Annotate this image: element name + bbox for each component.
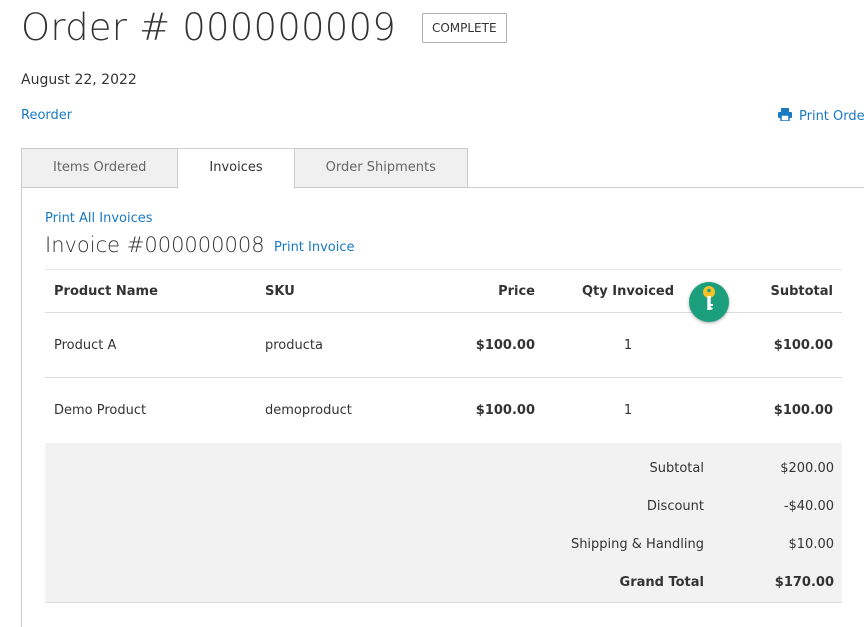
- column-header-qty-invoiced: Qty Invoiced: [544, 269, 712, 313]
- totals-label: Shipping & Handling: [570, 537, 704, 552]
- invoice-title: Invoice #000000008: [45, 233, 265, 257]
- invoice-totals: Subtotal $200.00 Discount -$40.00 Shippi…: [45, 443, 842, 603]
- tab-invoices[interactable]: Invoices: [177, 148, 295, 189]
- product-sku: producta: [256, 312, 424, 378]
- printer-icon: [778, 108, 799, 125]
- print-order-link[interactable]: Print Order: [778, 108, 864, 125]
- product-qty: 1: [544, 312, 712, 378]
- tab-items-ordered[interactable]: Items Ordered: [21, 148, 179, 188]
- print-all-invoices-link[interactable]: Print All Invoices: [45, 211, 153, 226]
- product-price: $100.00: [475, 402, 535, 418]
- totals-label: Subtotal: [649, 461, 704, 476]
- totals-label: Grand Total: [619, 575, 704, 590]
- column-header-product-name: Product Name: [45, 269, 256, 313]
- reorder-link[interactable]: Reorder: [21, 108, 72, 123]
- totals-row-grand-total: Grand Total $170.00: [45, 575, 842, 595]
- product-sku: demoproduct: [265, 402, 352, 418]
- table-row: Demo Product demoproduct $100.00 1 $100.…: [45, 378, 842, 443]
- totals-row-discount: Discount -$40.00: [45, 499, 842, 519]
- status-badge: COMPLETE: [421, 12, 507, 43]
- product-name: Product A: [45, 312, 256, 378]
- print-order-label[interactable]: Print Order: [799, 109, 864, 124]
- print-invoice-link[interactable]: Print Invoice: [274, 240, 355, 255]
- product-subtotal: $100.00: [712, 312, 842, 378]
- column-header-sku: SKU: [256, 269, 424, 313]
- page-title: Order # 000000009: [21, 6, 396, 49]
- table-row: Product A producta $100.00 1 $100.00: [45, 312, 842, 378]
- totals-value: $170.00: [774, 575, 834, 590]
- totals-row-subtotal: Subtotal $200.00: [45, 461, 842, 481]
- product-subtotal: $100.00: [773, 402, 833, 418]
- product-name: Demo Product: [54, 402, 147, 418]
- tab-order-shipments[interactable]: Order Shipments: [293, 148, 468, 188]
- product-price: $100.00: [424, 312, 544, 378]
- column-header-subtotal: Subtotal: [712, 269, 842, 313]
- totals-value: $10.00: [788, 537, 835, 552]
- totals-row-shipping: Shipping & Handling $10.00: [45, 537, 842, 557]
- order-date: August 22, 2022: [21, 72, 137, 88]
- password-manager-key-button[interactable]: [689, 282, 729, 322]
- panel-border: [21, 187, 22, 627]
- totals-value: $200.00: [780, 461, 834, 476]
- page-header: Order # 000000009 COMPLETE: [21, 6, 507, 49]
- product-qty: 1: [623, 402, 633, 418]
- key-icon: [701, 285, 717, 319]
- totals-label: Discount: [646, 499, 704, 514]
- column-header-price: Price: [424, 269, 544, 313]
- totals-value: -$40.00: [783, 499, 834, 514]
- order-tabs: Items Ordered Invoices Order Shipments: [21, 148, 468, 189]
